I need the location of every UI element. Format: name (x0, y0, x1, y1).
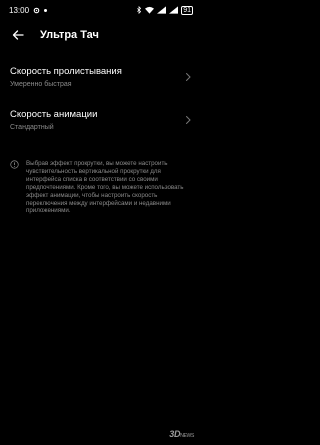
setting-value: Стандартный (10, 124, 54, 131)
chevron-right-icon (186, 73, 191, 81)
signal-icon (157, 6, 167, 14)
setting-animation-speed[interactable]: Скорость анимации Стандартный (0, 109, 200, 141)
arrow-left-icon (12, 30, 24, 40)
status-left: 13:00 (9, 5, 48, 15)
chevron-right-icon (186, 116, 191, 124)
bluetooth-icon (137, 6, 142, 14)
status-time: 13:00 (9, 5, 30, 15)
wifi-icon (145, 6, 155, 14)
signal-icon-2 (169, 6, 179, 14)
status-right: 91 (136, 5, 193, 15)
header: Ультра Тач (0, 24, 200, 46)
setting-title: Скорость анимации (10, 109, 98, 120)
setting-title: Скорость пролистывания (10, 66, 122, 77)
info-circle-icon (10, 160, 19, 169)
back-button[interactable] (8, 25, 28, 45)
watermark-sub: NEWS (180, 433, 194, 439)
status-bar: 13:00 91 (0, 0, 200, 20)
watermark-brand: 3D (169, 429, 181, 439)
setting-value: Умеренно быстрая (10, 81, 72, 88)
setting-scroll-speed[interactable]: Скорость пролистывания Умеренно быстрая (0, 66, 200, 98)
page-title: Ультра Тач (40, 29, 99, 41)
info-text: Выбрав эффект прокрутки, вы можете настр… (26, 160, 184, 215)
dot-icon (44, 8, 48, 12)
battery-level: 91 (181, 5, 193, 15)
gear-icon (33, 7, 40, 13)
watermark-logo: 3DNEWS (169, 429, 194, 439)
